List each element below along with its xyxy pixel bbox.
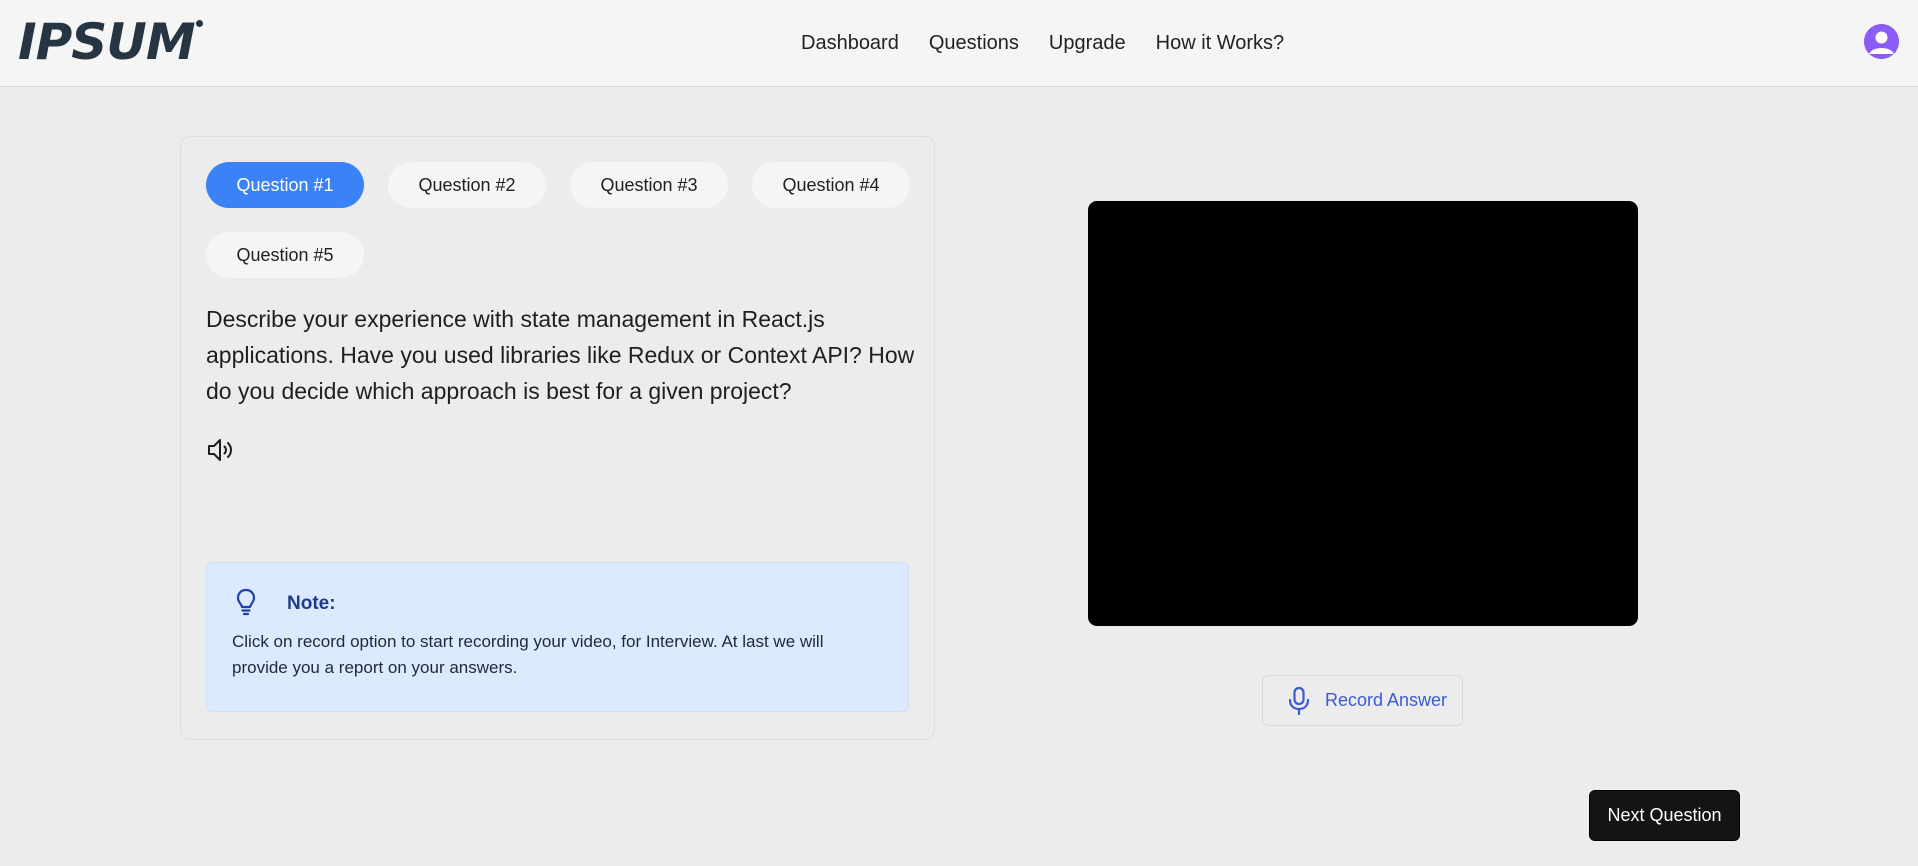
tab-question-4[interactable]: Question #4 [752,162,910,208]
tab-question-5[interactable]: Question #5 [206,232,364,278]
question-card: Question #1 Question #2 Question #3 Ques… [180,136,935,740]
user-icon [1864,24,1899,59]
speaker-icon[interactable] [206,435,236,465]
note-box: Note: Click on record option to start re… [206,562,909,712]
record-answer-label: Record Answer [1325,690,1448,710]
tab-question-1[interactable]: Question #1 [206,162,364,208]
logo-dot [195,20,203,27]
tab-question-3[interactable]: Question #3 [570,162,728,208]
tab-question-2[interactable]: Question #2 [388,162,546,208]
nav-upgrade[interactable]: Upgrade [1049,30,1126,56]
nav-questions[interactable]: Questions [929,30,1019,56]
ipsum-logo[interactable]: IPSUM [18,16,203,68]
microphone-icon [1288,686,1310,715]
user-avatar[interactable] [1864,24,1899,59]
nav-dashboard[interactable]: Dashboard [801,30,899,56]
video-preview [1088,201,1638,626]
main-nav: Dashboard Questions Upgrade How it Works… [801,30,1284,56]
note-title: Note: [287,593,336,614]
lightbulb-icon [231,587,261,617]
nav-how-it-works[interactable]: How it Works? [1156,30,1285,56]
record-answer-button[interactable]: Record Answer [1262,675,1463,726]
note-body: Click on record option to start recordin… [232,632,824,677]
logo-text: IPSUM [18,13,196,71]
next-question-button[interactable]: Next Question [1589,790,1740,841]
top-header: IPSUM Dashboard Questions Upgrade How it… [0,0,1918,87]
question-text: Describe your experience with state mana… [206,306,915,404]
